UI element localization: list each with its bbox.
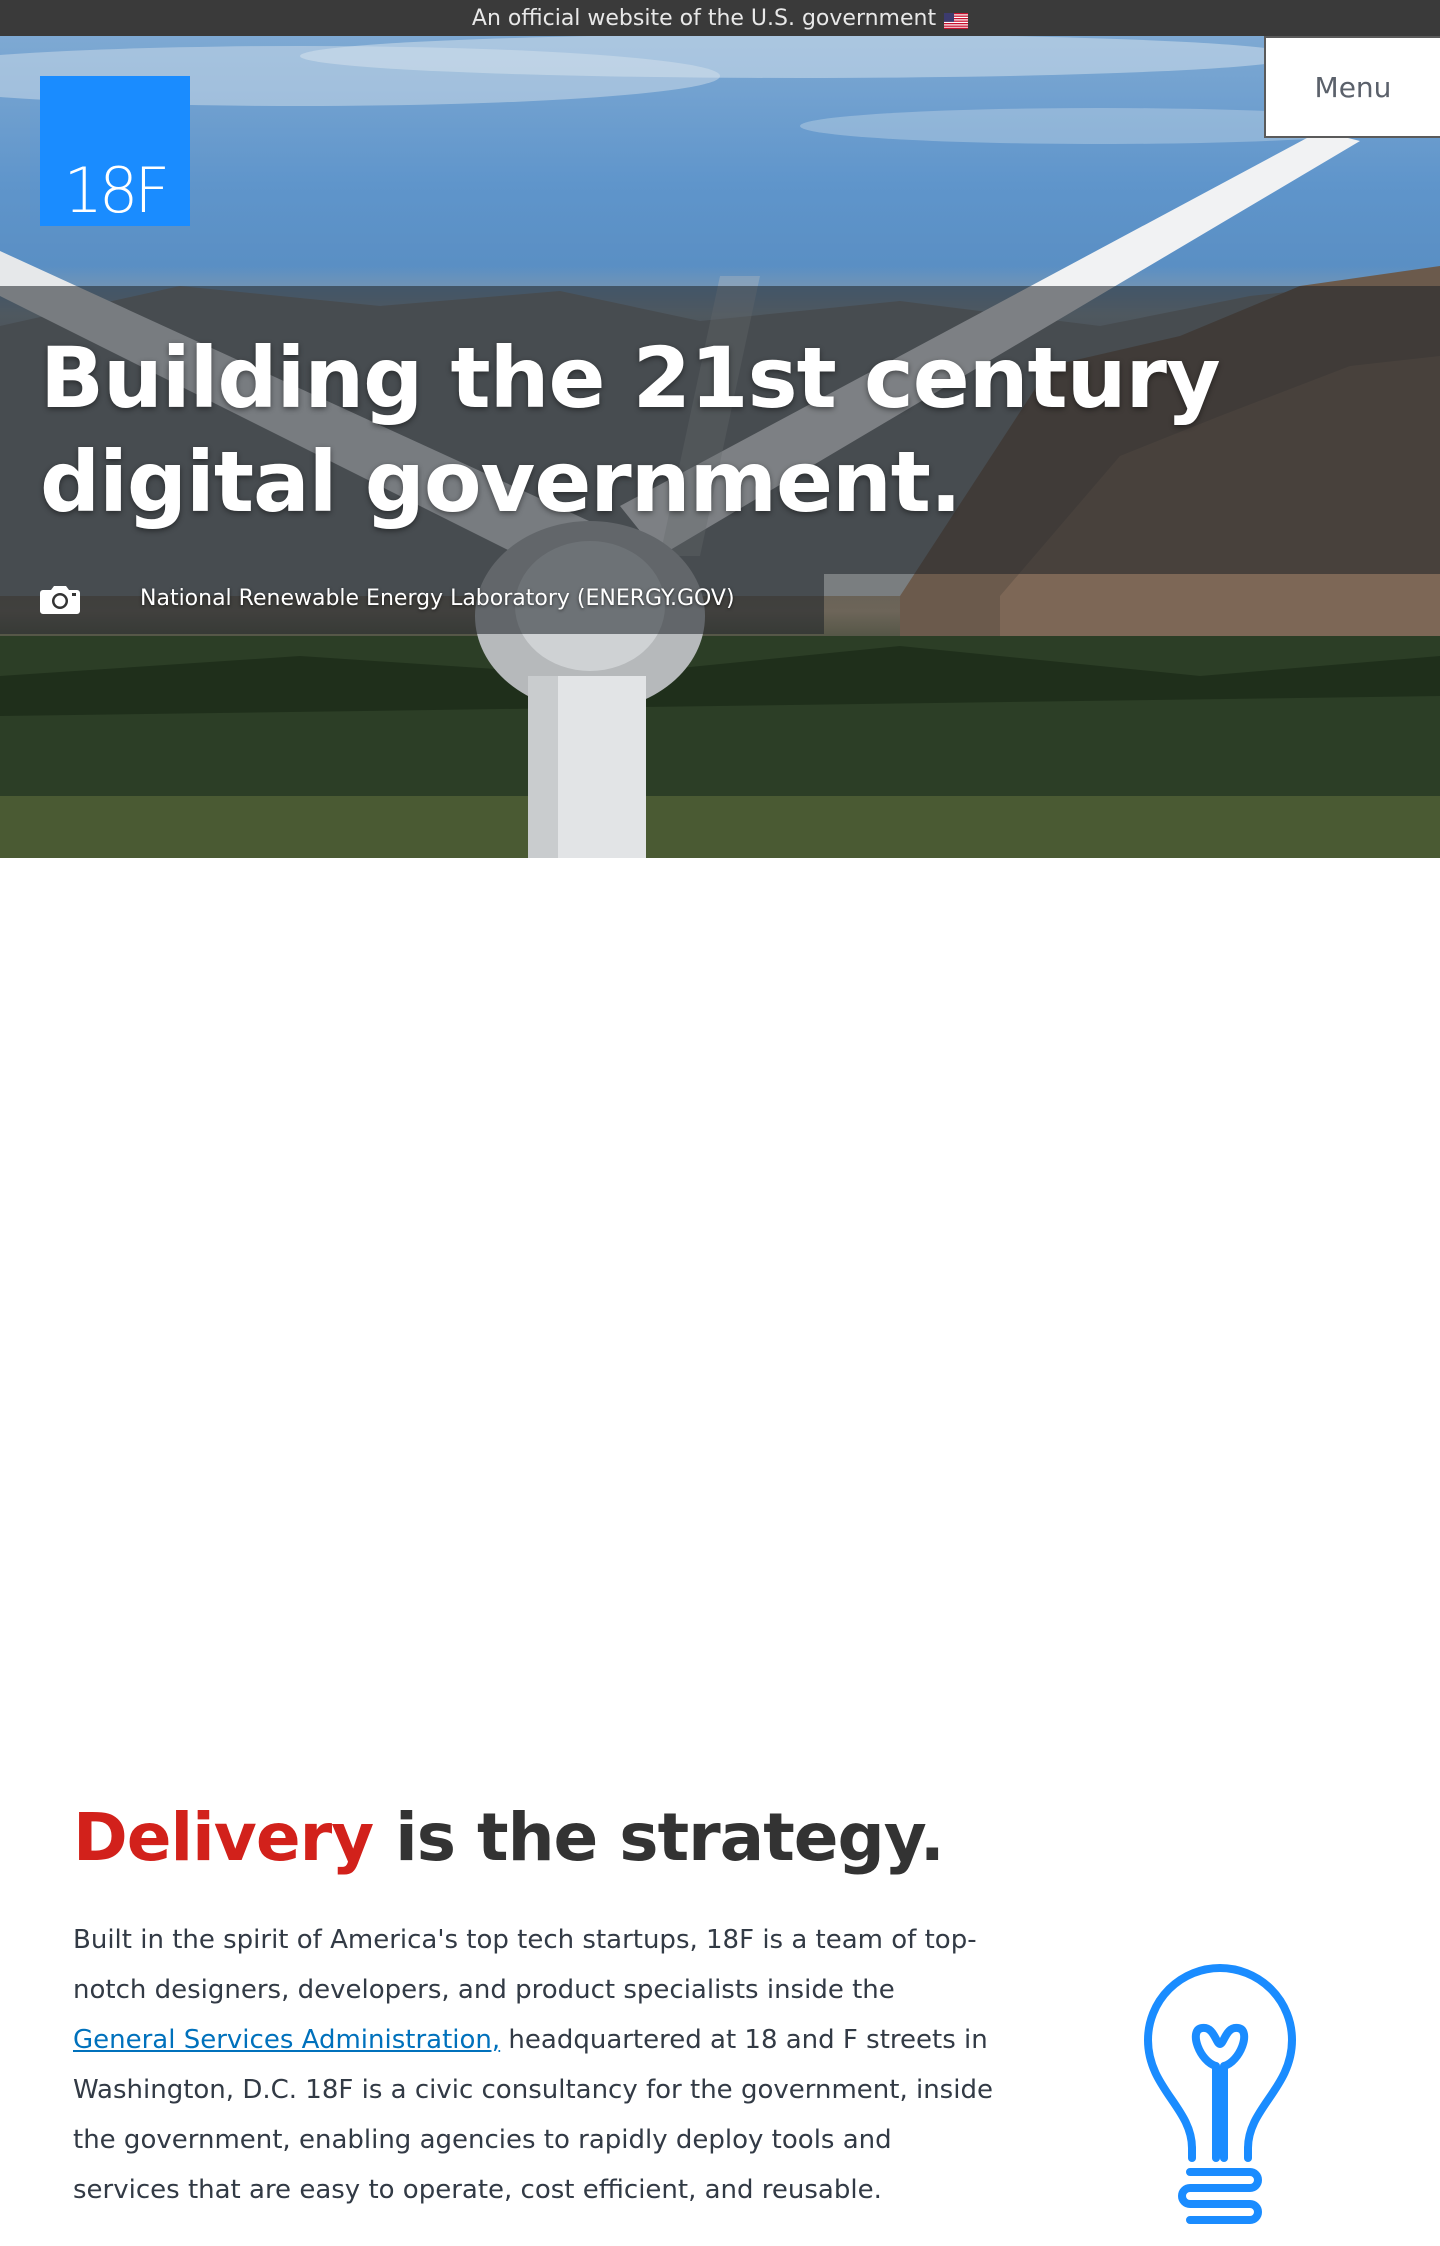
- lightbulb-icon: [1143, 1964, 1297, 2224]
- gsa-link[interactable]: General Services Administration,: [73, 2025, 500, 2055]
- us-flag-icon: [944, 10, 969, 29]
- hero-headline: Building the 21st century digital govern…: [40, 329, 1221, 531]
- section-title-accent: Delivery: [73, 1799, 374, 1876]
- section-title: Delivery is the strategy.: [73, 1798, 945, 1878]
- gov-banner: An official website of the U.S. governme…: [0, 0, 1440, 36]
- hero: 18F Menu Building the 21st century digit…: [0, 36, 1440, 858]
- intro-paragraph: Built in the spirit of America's top tec…: [73, 1915, 1003, 2215]
- intro-text-before-link: Built in the spirit of America's top tec…: [73, 1925, 977, 2005]
- section-title-rest: is the strategy.: [373, 1799, 945, 1876]
- logo-text: 18F: [63, 154, 170, 227]
- menu-button[interactable]: Menu: [1264, 36, 1440, 138]
- camera-icon: [40, 586, 80, 614]
- gov-banner-text: An official website of the U.S. governme…: [471, 5, 937, 31]
- photo-credit: National Renewable Energy Laboratory (EN…: [140, 586, 735, 611]
- 18f-logo[interactable]: 18F: [40, 76, 190, 226]
